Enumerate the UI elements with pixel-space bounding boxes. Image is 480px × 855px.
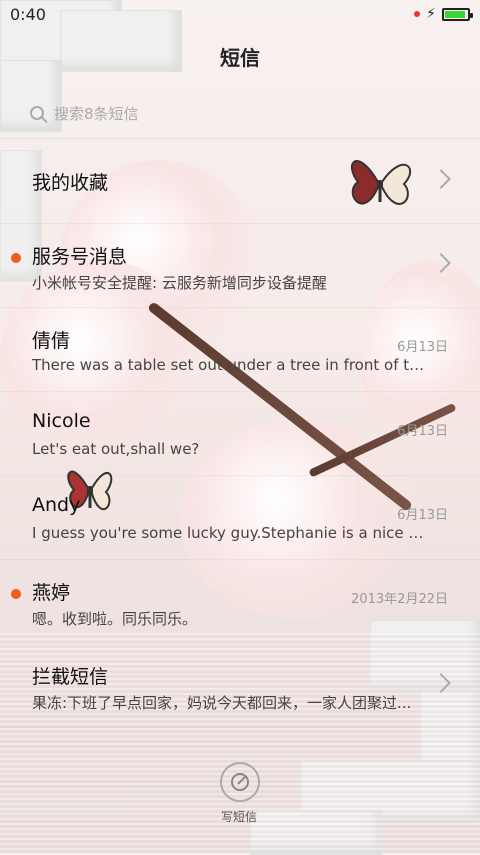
unread-dot-icon	[11, 253, 21, 263]
divider	[0, 138, 480, 139]
status-bar: 0:40 ⚡	[0, 0, 480, 28]
thread-preview: 果冻:下班了早点回家，妈说今天都回来，一家人团聚过...	[32, 694, 412, 712]
thread-preview: 嗯。收到啦。同乐同乐。	[32, 610, 198, 628]
thread-date: 6月13日	[397, 424, 448, 439]
thread-preview: I guess you're some lucky guy.Stephanie …	[32, 524, 432, 542]
thread-name: 服务号消息	[32, 246, 128, 268]
charging-icon: ⚡	[426, 6, 436, 22]
search-bar[interactable]: 搜索8条短信	[30, 96, 450, 130]
thread-name: Andy	[32, 494, 81, 516]
unread-dot-icon	[11, 589, 21, 599]
thread-date: 6月13日	[397, 340, 448, 355]
thread-preview: There was a table set out under a tree i…	[32, 356, 432, 374]
battery-icon	[442, 7, 473, 21]
thread-name: 拦截短信	[32, 666, 109, 688]
compose-label: 写短信	[220, 810, 257, 824]
thread-yanting[interactable]: 燕婷 2013年2月22日 嗯。收到啦。同乐同乐。	[0, 560, 480, 644]
thread-name: Nicole	[32, 410, 91, 432]
compose-button[interactable]: 写短信	[220, 762, 260, 825]
search-placeholder: 搜索8条短信	[54, 104, 139, 123]
search-icon	[30, 106, 44, 120]
thread-name: 我的收藏	[32, 172, 109, 194]
thread-preview: 小米帐号安全提醒: 云服务新增同步设备提醒	[32, 274, 327, 292]
thread-blocked[interactable]: 拦截短信 果冻:下班了早点回家，妈说今天都回来，一家人团聚过...	[0, 644, 480, 728]
thread-nicole[interactable]: Nicole 6月13日 Let's eat out,shall we?	[0, 392, 480, 476]
thread-date: 6月13日	[397, 508, 448, 523]
compose-icon	[220, 762, 260, 802]
chevron-right-icon	[431, 673, 451, 693]
notification-dot-icon	[414, 11, 421, 17]
thread-andy[interactable]: Andy 6月13日 I guess you're some lucky guy…	[0, 476, 480, 560]
status-time: 0:40	[10, 4, 46, 24]
thread-name: 燕婷	[32, 582, 71, 604]
thread-list: 我的收藏 服务号消息 小米帐号安全提醒: 云服务新增同步设备提醒 倩倩 6月13…	[0, 140, 480, 728]
thread-favorites[interactable]: 我的收藏	[0, 140, 480, 224]
thread-service-messages[interactable]: 服务号消息 小米帐号安全提醒: 云服务新增同步设备提醒	[0, 224, 480, 308]
thread-name: 倩倩	[32, 330, 71, 352]
status-icons: ⚡	[414, 6, 473, 22]
page-title: 短信	[220, 46, 260, 70]
chevron-right-icon	[431, 169, 451, 189]
thread-qianqian[interactable]: 倩倩 6月13日 There was a table set out under…	[0, 308, 480, 392]
chevron-right-icon	[431, 253, 451, 273]
battery-level	[445, 10, 465, 18]
thread-date: 2013年2月22日	[351, 592, 448, 607]
thread-preview: Let's eat out,shall we?	[32, 440, 200, 458]
